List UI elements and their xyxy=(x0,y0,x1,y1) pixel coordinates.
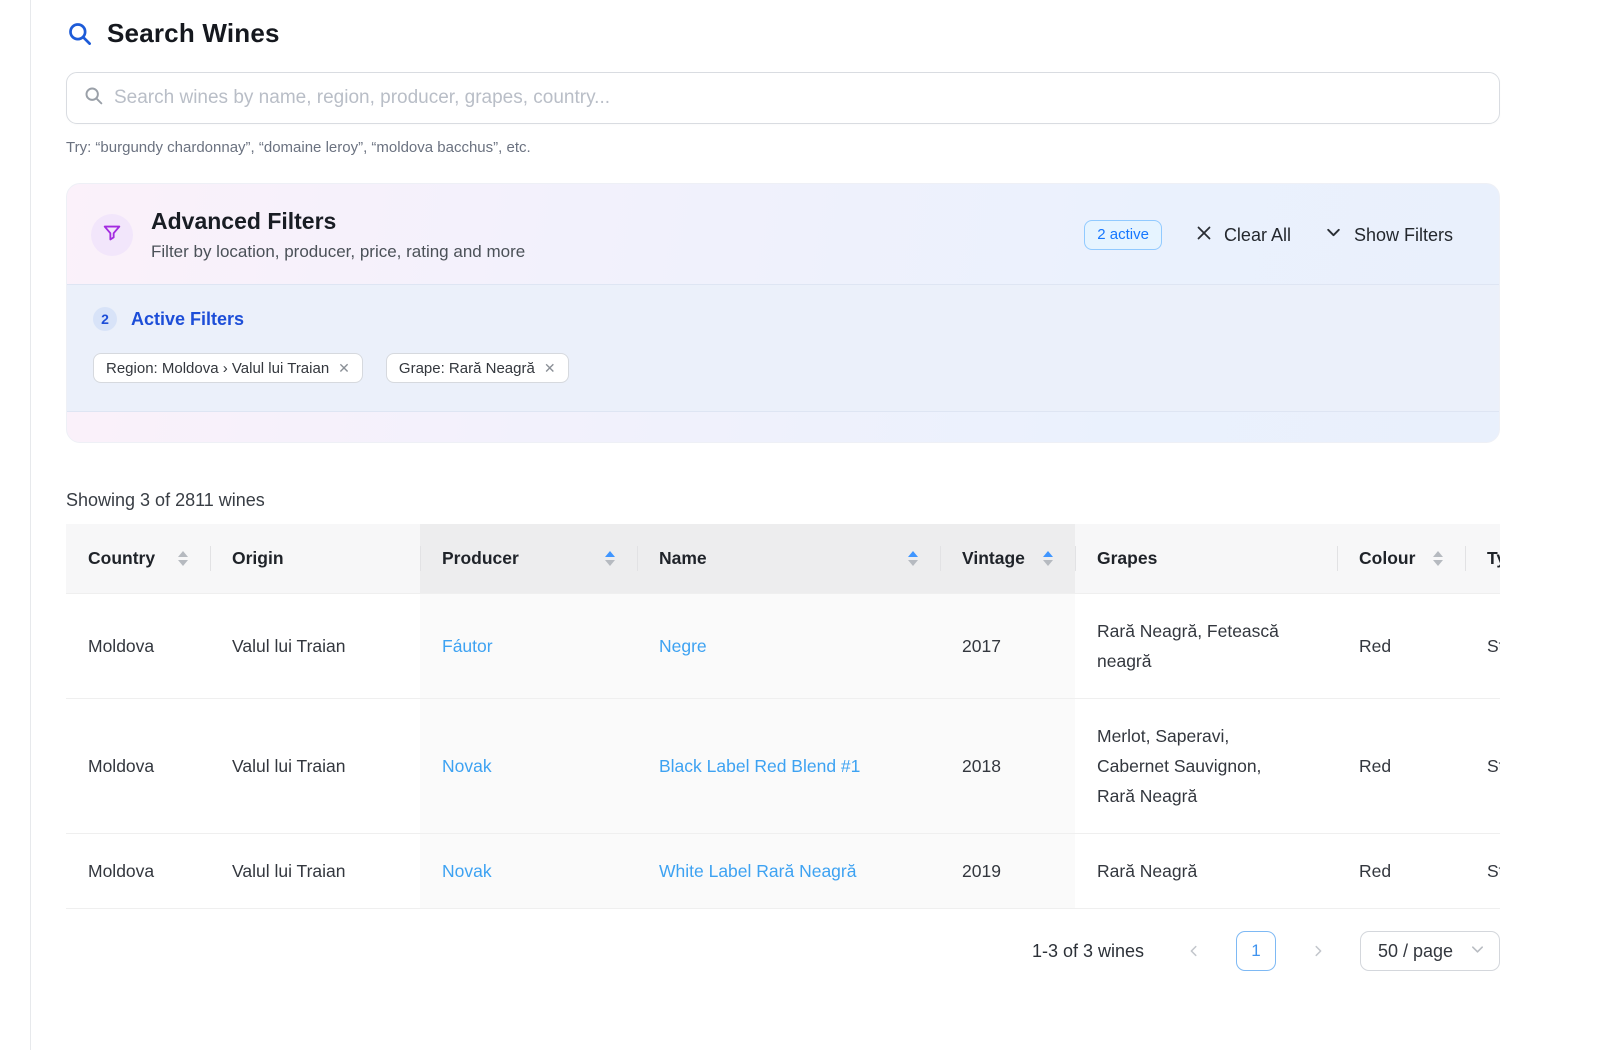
chevron-down-icon xyxy=(1325,224,1342,246)
filter-funnel-badge xyxy=(91,214,133,256)
sort-icon xyxy=(178,551,188,566)
filters-title: Advanced Filters xyxy=(151,208,525,235)
clear-all-button[interactable]: Clear All xyxy=(1196,225,1291,246)
pane-divider xyxy=(30,0,31,1050)
search-input-icon xyxy=(83,85,104,111)
column-header-name[interactable]: Name xyxy=(637,524,940,594)
table-header-row: Country Origin Producer xyxy=(66,524,1500,594)
active-filters-section: 2 Active Filters Region: Moldova › Valul… xyxy=(67,284,1499,412)
sort-icon-ascending xyxy=(605,551,615,566)
cell-origin: Valul lui Traian xyxy=(210,834,420,909)
wines-table-wrap: Country Origin Producer xyxy=(66,524,1500,909)
column-header-grapes: Grapes xyxy=(1075,524,1337,594)
sort-icon-ascending xyxy=(1043,551,1053,566)
pagination-summary: 1-3 of 3 wines xyxy=(1032,941,1144,962)
cell-vintage: 2017 xyxy=(940,594,1075,699)
cell-colour: Red xyxy=(1337,699,1465,834)
wines-table: Country Origin Producer xyxy=(66,524,1500,909)
wine-name-link[interactable]: Negre xyxy=(659,636,707,656)
cell-producer: Fáutor xyxy=(420,594,637,699)
cell-name: Negre xyxy=(637,594,940,699)
cell-colour: Red xyxy=(1337,834,1465,909)
pagination: 1-3 of 3 wines 1 50 / page xyxy=(66,931,1500,1001)
show-filters-toggle[interactable]: Show Filters xyxy=(1325,224,1453,246)
cell-vintage: 2018 xyxy=(940,699,1075,834)
cell-country: Moldova xyxy=(66,834,210,909)
wine-name-link[interactable]: White Label Rară Neagră xyxy=(659,861,856,881)
cell-type: Still xyxy=(1465,834,1500,909)
active-count-badge: 2 active xyxy=(1084,220,1162,250)
column-header-type[interactable]: Type xyxy=(1465,524,1500,594)
table-row: Moldova Valul lui Traian Novak White Lab… xyxy=(66,834,1500,909)
active-filters-count: 2 xyxy=(93,307,117,331)
sort-icon-ascending xyxy=(908,551,918,566)
search-input[interactable] xyxy=(114,87,1483,109)
cell-producer: Novak xyxy=(420,834,637,909)
cell-grapes: Rară Neagră, Fetească neagră xyxy=(1075,594,1337,699)
previous-page-button[interactable] xyxy=(1178,935,1210,967)
cell-type: Still xyxy=(1465,594,1500,699)
cell-name: Black Label Red Blend #1 xyxy=(637,699,940,834)
funnel-icon xyxy=(101,222,123,249)
column-header-colour[interactable]: Colour xyxy=(1337,524,1465,594)
chevron-down-icon xyxy=(1470,941,1485,962)
cell-type: Still xyxy=(1465,699,1500,834)
show-filters-label: Show Filters xyxy=(1354,225,1453,246)
wine-name-link[interactable]: Black Label Red Blend #1 xyxy=(659,756,860,776)
page-size-value: 50 / page xyxy=(1378,941,1453,962)
cell-producer: Novak xyxy=(420,699,637,834)
filter-chip-grape-label: Grape: Rară Neagră xyxy=(399,360,535,377)
producer-link[interactable]: Fáutor xyxy=(442,636,493,656)
close-icon xyxy=(1196,225,1212,246)
results-summary: Showing 3 of 2811 wines xyxy=(66,490,1500,511)
search-box xyxy=(66,72,1500,124)
advanced-filters-panel: Advanced Filters Filter by location, pro… xyxy=(66,183,1500,443)
sort-icon xyxy=(1433,551,1443,566)
cell-origin: Valul lui Traian xyxy=(210,594,420,699)
cell-name: White Label Rară Neagră xyxy=(637,834,940,909)
cell-grapes: Merlot, Saperavi, Cabernet Sauvignon, Ra… xyxy=(1075,699,1337,834)
producer-link[interactable]: Novak xyxy=(442,756,492,776)
search-title-icon xyxy=(66,20,93,47)
clear-all-label: Clear All xyxy=(1224,225,1291,246)
column-header-origin: Origin xyxy=(210,524,420,594)
cell-vintage: 2019 xyxy=(940,834,1075,909)
page-size-select[interactable]: 50 / page xyxy=(1360,931,1500,971)
filter-chip-region-label: Region: Moldova › Valul lui Traian xyxy=(106,360,329,377)
search-wines-page: Search Wines Try: “burgundy chardonnay”,… xyxy=(66,0,1500,1001)
column-header-vintage[interactable]: Vintage xyxy=(940,524,1075,594)
active-filters-label: Active Filters xyxy=(131,309,244,330)
chip-remove-icon[interactable]: ✕ xyxy=(338,361,350,375)
page-1-button[interactable]: 1 xyxy=(1236,931,1276,971)
page-header: Search Wines xyxy=(66,18,1500,49)
cell-colour: Red xyxy=(1337,594,1465,699)
column-header-producer[interactable]: Producer xyxy=(420,524,637,594)
table-row: Moldova Valul lui Traian Fáutor Negre 20… xyxy=(66,594,1500,699)
chip-remove-icon[interactable]: ✕ xyxy=(544,361,556,375)
table-row: Moldova Valul lui Traian Novak Black Lab… xyxy=(66,699,1500,834)
column-header-country[interactable]: Country xyxy=(66,524,210,594)
page-title: Search Wines xyxy=(107,18,280,49)
cell-country: Moldova xyxy=(66,699,210,834)
cell-grapes: Rară Neagră xyxy=(1075,834,1337,909)
filters-subtitle: Filter by location, producer, price, rat… xyxy=(151,242,525,262)
cell-origin: Valul lui Traian xyxy=(210,699,420,834)
search-hint: Try: “burgundy chardonnay”, “domaine ler… xyxy=(66,139,1500,156)
producer-link[interactable]: Novak xyxy=(442,861,492,881)
next-page-button[interactable] xyxy=(1302,935,1334,967)
cell-country: Moldova xyxy=(66,594,210,699)
filter-chip-region: Region: Moldova › Valul lui Traian ✕ xyxy=(93,353,363,383)
filter-chip-grape: Grape: Rară Neagră ✕ xyxy=(386,353,569,383)
